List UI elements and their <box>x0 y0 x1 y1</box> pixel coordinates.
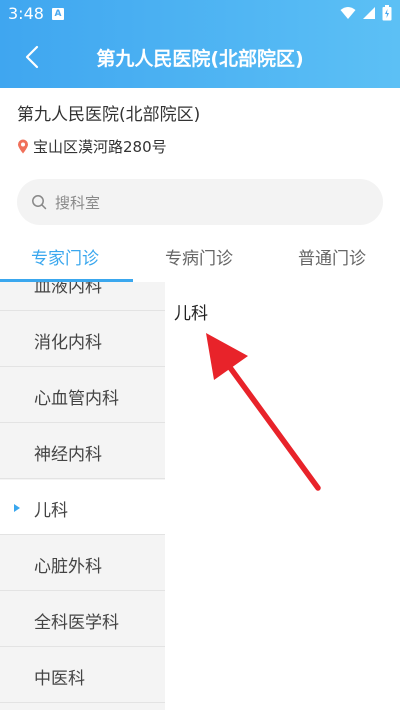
page-title: 第九人民医院(北部院区) <box>96 48 304 70</box>
battery-icon <box>382 5 392 21</box>
sub-department-panel: 儿科 <box>165 282 400 710</box>
notification-icon: A <box>52 8 64 20</box>
dept-label: 血液内科 <box>34 282 102 297</box>
dept-item[interactable]: 消化内科 <box>0 312 165 367</box>
dept-label: 心血管内科 <box>34 389 119 409</box>
dept-label: 心脏外科 <box>34 557 102 577</box>
status-time: 3:48 <box>8 4 44 23</box>
hospital-address: 宝山区漠河路280号 <box>17 136 167 157</box>
dept-label: 消化内科 <box>34 333 102 353</box>
tab-specialty[interactable]: 专病门诊 <box>165 244 233 269</box>
status-icons <box>340 5 392 21</box>
signal-icon <box>363 7 375 19</box>
wifi-icon <box>340 7 356 19</box>
dept-item[interactable]: 全科医学科 <box>0 592 165 647</box>
tab-general[interactable]: 普通门诊 <box>298 244 366 269</box>
sub-department-item[interactable]: 儿科 <box>174 299 208 324</box>
dept-item[interactable]: 中医科 <box>0 648 165 703</box>
address-text: 宝山区漠河路280号 <box>33 138 167 156</box>
status-bar: 3:48 A <box>0 0 400 28</box>
hospital-name: 第九人民医院(北部院区) <box>17 105 201 125</box>
dept-item[interactable]: 心血管内科 <box>0 368 165 423</box>
dept-item[interactable]: 神经内科 <box>0 424 165 479</box>
search-placeholder: 搜科室 <box>55 193 101 212</box>
selected-indicator-icon <box>14 504 20 512</box>
location-pin-icon <box>18 139 28 154</box>
dept-label: 中医科 <box>34 669 85 689</box>
dept-item[interactable]: 血液内科 <box>0 282 165 311</box>
department-list: 血液内科 消化内科 心血管内科 神经内科 儿科 心脏外科 全科医学科 中医科 <box>0 282 165 710</box>
dept-label: 儿科 <box>34 501 68 521</box>
dept-label: 神经内科 <box>34 445 102 465</box>
app-header: 3:48 A 第九人民医院(北部院区) <box>0 0 400 88</box>
nav-bar: 第九人民医院(北部院区) <box>0 28 400 88</box>
dept-item[interactable]: 心脏外科 <box>0 536 165 591</box>
dept-label: 全科医学科 <box>34 613 119 633</box>
search-input[interactable]: 搜科室 <box>17 179 383 225</box>
tab-bar: 专家门诊 专病门诊 普通门诊 <box>0 238 400 282</box>
search-icon <box>32 195 47 210</box>
dept-item-active[interactable]: 儿科 <box>0 480 165 535</box>
tab-expert[interactable]: 专家门诊 <box>31 244 99 269</box>
